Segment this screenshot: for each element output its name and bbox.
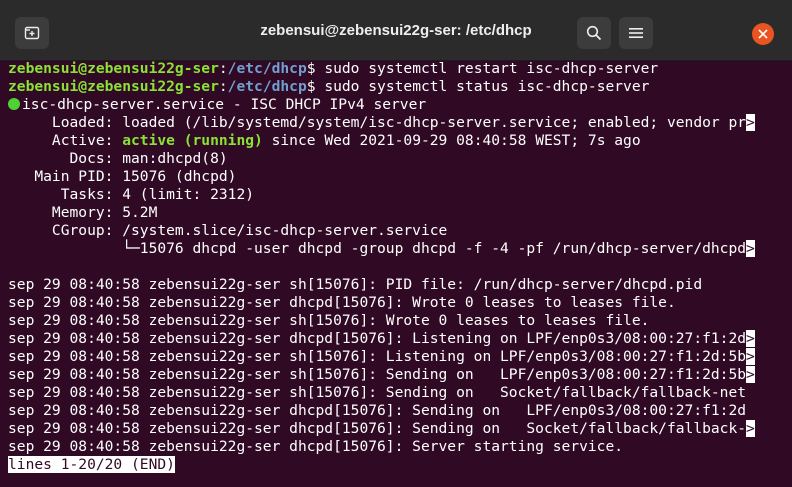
- truncation-marker: >: [746, 330, 755, 347]
- log-text: sep 29 08:40:58 zebensui22g-ser sh[15076…: [8, 348, 747, 365]
- truncation-marker: >: [746, 114, 755, 131]
- prompt-separator: :: [218, 78, 228, 95]
- prompt-user: zebensui@zebensui22g-ser: [8, 78, 219, 95]
- window-title: zebensui@zebensui22g-ser: /etc/dhcp: [260, 22, 532, 39]
- cgroup-child-line: └─15076 dhcpd -user dhcpd -group dhcpd -…: [8, 240, 755, 258]
- log-line: sep 29 08:40:58 zebensui22g-ser sh[15076…: [8, 366, 755, 384]
- close-icon: [758, 29, 768, 39]
- log-text: sep 29 08:40:58 zebensui22g-ser sh[15076…: [8, 366, 747, 383]
- menu-button[interactable]: [619, 17, 653, 49]
- log-line: sep 29 08:40:58 zebensui22g-ser sh[15076…: [8, 384, 747, 401]
- docs-line: Docs: man:dhcpd(8): [8, 150, 228, 167]
- truncation-marker: >: [746, 240, 755, 257]
- active-label: Active:: [8, 132, 123, 149]
- prompt-path: /etc/dhcp: [227, 78, 307, 95]
- truncation-marker: >: [746, 420, 755, 437]
- search-icon: [586, 25, 602, 41]
- close-button[interactable]: [752, 23, 774, 45]
- active-line: Active: active (running) since Wed 2021-…: [8, 132, 641, 150]
- scrollbar[interactable]: [777, 66, 783, 487]
- active-dot-icon: [8, 98, 20, 110]
- terminal-window: zebensui@zebensui22g-ser: /etc/dhcp zebe…: [0, 0, 792, 487]
- tasks-line: Tasks: 4 (limit: 2312): [8, 186, 255, 203]
- log-line: sep 29 08:40:58 zebensui22g-ser dhcpd[15…: [8, 294, 676, 311]
- prompt-dollar: $: [306, 60, 325, 77]
- log-line: sep 29 08:40:58 zebensui22g-ser dhcpd[15…: [8, 402, 747, 419]
- pager-status-text: lines 1-20/20 (END): [8, 456, 175, 473]
- main-pid-line: Main PID: 15076 (dhcpd): [8, 168, 237, 185]
- cgroup-line: CGroup: /system.slice/isc-dhcp-server.se…: [8, 222, 448, 239]
- log-line: sep 29 08:40:58 zebensui22g-ser sh[15076…: [8, 276, 703, 293]
- hamburger-menu-icon: [629, 28, 643, 38]
- log-line: sep 29 08:40:58 zebensui22g-ser dhcpd[15…: [8, 330, 755, 348]
- log-text: sep 29 08:40:58 zebensui22g-ser dhcpd[15…: [8, 420, 747, 437]
- prompt-user: zebensui@zebensui22g-ser: [8, 60, 219, 77]
- terminal-output[interactable]: zebensui@zebensui22g-ser:/etc/dhcp$ sudo…: [0, 60, 775, 487]
- memory-line: Memory: 5.2M: [8, 204, 158, 221]
- command-text: sudo systemctl restart isc-dhcp-server: [324, 60, 659, 77]
- loaded-text: Loaded: loaded (/lib/systemd/system/isc-…: [8, 114, 747, 131]
- title-bar: zebensui@zebensui22g-ser: /etc/dhcp: [0, 0, 792, 61]
- command-line: zebensui@zebensui22g-ser:/etc/dhcp$ sudo…: [8, 78, 649, 96]
- service-name: isc-dhcp-server.service - ISC DHCP IPv4 …: [22, 96, 427, 113]
- active-state: active (running): [122, 132, 263, 149]
- truncation-marker: >: [746, 366, 755, 383]
- loaded-line: Loaded: loaded (/lib/systemd/system/isc-…: [8, 114, 755, 132]
- log-text: sep 29 08:40:58 zebensui22g-ser dhcpd[15…: [8, 330, 747, 347]
- cgroup-child-text: └─15076 dhcpd -user dhcpd -group dhcpd -…: [8, 240, 747, 257]
- search-button[interactable]: [577, 17, 611, 49]
- pager-status: lines 1-20/20 (END): [8, 456, 175, 474]
- log-line: sep 29 08:40:58 zebensui22g-ser dhcpd[15…: [8, 438, 624, 455]
- active-since: since Wed 2021-09-29 08:40:58 WEST; 7s a…: [262, 132, 641, 149]
- log-line: sep 29 08:40:58 zebensui22g-ser sh[15076…: [8, 312, 650, 329]
- service-header: isc-dhcp-server.service - ISC DHCP IPv4 …: [8, 96, 426, 114]
- command-text: sudo systemctl status isc-dhcp-server: [324, 78, 650, 95]
- log-line: sep 29 08:40:58 zebensui22g-ser dhcpd[15…: [8, 420, 755, 438]
- truncation-marker: >: [746, 348, 755, 365]
- command-line: zebensui@zebensui22g-ser:/etc/dhcp$ sudo…: [8, 60, 658, 78]
- prompt-path: /etc/dhcp: [227, 60, 307, 77]
- log-line: sep 29 08:40:58 zebensui22g-ser sh[15076…: [8, 348, 755, 366]
- prompt-dollar: $: [306, 78, 325, 95]
- prompt-separator: :: [218, 60, 228, 77]
